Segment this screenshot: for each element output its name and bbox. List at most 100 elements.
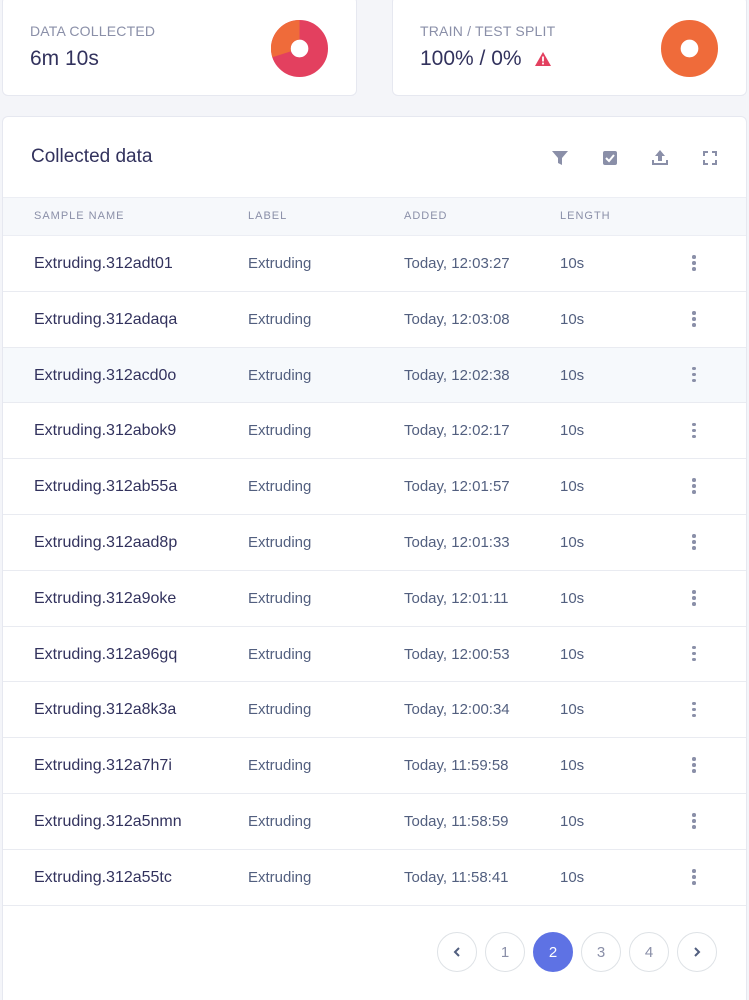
table-row[interactable]: Extruding.312a8k3a Extruding Today, 12:00:… <box>3 682 746 739</box>
row-more-options-icon[interactable] <box>687 644 701 664</box>
added-cell: Today, 12:01:11 <box>404 589 509 607</box>
sample-name-cell: Extruding.312aad8p <box>34 533 178 551</box>
row-more-options-icon[interactable] <box>687 420 701 440</box>
sample-name-cell: Extruding.312abok9 <box>34 422 177 440</box>
table-row[interactable]: Extruding.312a7h7i Extruding Today, 11:59:… <box>3 738 746 794</box>
length-cell: 10s <box>560 478 585 496</box>
filter-button[interactable] <box>546 147 574 169</box>
sample-name-cell: Extruding.312a7h7i <box>34 757 172 775</box>
added-cell: Today, 12:01:33 <box>404 533 510 551</box>
chevron-right-icon <box>694 947 701 957</box>
table-row[interactable]: Extruding.312adt01 Extruding Today, 12:03:… <box>3 236 746 292</box>
label-cell: Extruding <box>248 645 312 663</box>
length-cell: 10s <box>560 422 585 440</box>
previous-page-button[interactable] <box>437 932 477 972</box>
length-cell: 10s <box>560 589 585 607</box>
table-row[interactable]: Extruding.312a55tc Extruding Today, 11:58:… <box>3 849 746 906</box>
added-cell: Today, 12:03:27 <box>404 255 510 272</box>
length-cell: 10s <box>560 310 585 328</box>
upload-button[interactable] <box>646 147 674 169</box>
table-row[interactable]: Extruding.312a96gq Extruding Today, 12:00:… <box>3 626 746 683</box>
upload-icon <box>652 150 668 165</box>
table-body: Extruding.312adt01 Extruding Today, 12:03:… <box>3 236 746 906</box>
next-page-button[interactable] <box>677 932 717 972</box>
page-button-2[interactable]: 2 <box>533 932 573 972</box>
sample-name-cell: Extruding.312adaqa <box>34 310 178 328</box>
label-cell: Extruding <box>248 310 312 328</box>
table-header: SAMPLE NAME LABEL ADDED LENGTH <box>3 197 746 236</box>
row-more-options-icon[interactable] <box>687 867 701 887</box>
collected-data-card: Collected data SAMPLE NAME LABEL ADDED L… <box>2 116 747 1000</box>
donut-segment-train <box>661 20 718 77</box>
table-row[interactable]: Extruding.312a5nmn Extruding Today, 11:58:… <box>3 793 746 850</box>
column-header-label[interactable]: LABEL <box>248 210 287 222</box>
label-cell: Extruding <box>248 422 312 440</box>
column-header-sample-name[interactable]: SAMPLE NAME <box>34 210 124 222</box>
table-row[interactable]: Extruding.312a9oke Extruding Today, 12:01:… <box>3 570 746 627</box>
added-cell: Today, 12:01:57 <box>404 478 510 496</box>
expand-button[interactable] <box>696 147 724 169</box>
filter-icon <box>552 151 568 165</box>
row-more-options-icon[interactable] <box>687 309 701 329</box>
column-header-length[interactable]: LENGTH <box>560 210 611 222</box>
table-row[interactable]: Extruding.312aad8p Extruding Today, 12:01:… <box>3 514 746 571</box>
train-test-split-value: 100% / 0% <box>420 47 522 70</box>
label-cell: Extruding <box>248 533 312 551</box>
train-test-split-card: TRAIN / TEST SPLIT 100% / 0% <box>392 0 747 96</box>
select-button[interactable] <box>596 147 624 169</box>
label-cell: Extruding <box>248 366 312 384</box>
sample-name-cell: Extruding.312ab55a <box>34 478 178 496</box>
data-collected-value: 6m 10s <box>30 47 99 70</box>
added-cell: Today, 12:00:34 <box>404 701 510 719</box>
row-more-options-icon[interactable] <box>687 699 701 719</box>
table-row[interactable]: Extruding.312abok9 Extruding Today, 12:02:… <box>3 403 746 460</box>
sample-name-cell: Extruding.312a55tc <box>34 868 172 886</box>
added-cell: Today, 11:59:58 <box>404 757 509 775</box>
row-more-options-icon[interactable] <box>687 588 701 608</box>
train-test-split-donut-chart <box>661 20 718 77</box>
label-cell: Extruding <box>248 701 312 719</box>
length-cell: 10s <box>560 645 585 663</box>
length-cell: 10s <box>560 255 585 272</box>
length-cell: 10s <box>560 533 585 551</box>
row-more-options-icon[interactable] <box>687 755 701 775</box>
data-collected-donut-chart <box>271 20 328 77</box>
train-test-split-value-wrap: 100% / 0% <box>420 47 552 71</box>
expand-icon <box>703 151 717 165</box>
added-cell: Today, 12:00:53 <box>404 645 510 663</box>
row-more-options-icon[interactable] <box>687 365 701 385</box>
table-row[interactable]: Extruding.312adaqa Extruding Today, 12:03:… <box>3 291 746 348</box>
data-collected-label: DATA COLLECTED <box>30 23 156 39</box>
column-header-added[interactable]: ADDED <box>404 210 448 222</box>
chevron-left-icon <box>453 947 460 957</box>
sample-name-cell: Extruding.312a5nmn <box>34 812 182 830</box>
label-cell: Extruding <box>248 868 312 886</box>
added-cell: Today, 12:02:38 <box>404 366 510 384</box>
data-collected-card: DATA COLLECTED 6m 10s <box>2 0 357 96</box>
label-cell: Extruding <box>248 812 312 830</box>
pagination: 1 2 3 4 <box>437 932 717 972</box>
label-cell: Extruding <box>248 589 312 607</box>
sample-name-cell: Extruding.312a9oke <box>34 589 177 607</box>
length-cell: 10s <box>560 366 585 384</box>
select-checkbox-icon <box>603 151 617 165</box>
added-cell: Today, 12:03:08 <box>404 310 510 328</box>
train-test-split-label: TRAIN / TEST SPLIT <box>420 23 556 39</box>
length-cell: 10s <box>560 757 585 775</box>
table-title: Collected data <box>31 146 153 167</box>
row-more-options-icon[interactable] <box>687 476 701 496</box>
table-row[interactable]: Extruding.312ab55a Extruding Today, 12:01:… <box>3 459 746 515</box>
table-row[interactable]: Extruding.312acd0o Extruding Today, 12:02:… <box>3 347 746 404</box>
page-button-3[interactable]: 3 <box>581 932 621 972</box>
warning-triangle-icon <box>534 52 551 66</box>
page-button-1[interactable]: 1 <box>485 932 525 972</box>
length-cell: 10s <box>560 868 585 886</box>
row-more-options-icon[interactable] <box>687 532 701 552</box>
label-cell: Extruding <box>248 255 312 272</box>
row-more-options-icon[interactable] <box>687 253 701 273</box>
page-button-4[interactable]: 4 <box>629 932 669 972</box>
sample-name-cell: Extruding.312adt01 <box>34 255 173 272</box>
label-cell: Extruding <box>248 757 312 775</box>
sample-name-cell: Extruding.312a8k3a <box>34 701 177 719</box>
row-more-options-icon[interactable] <box>687 811 701 831</box>
